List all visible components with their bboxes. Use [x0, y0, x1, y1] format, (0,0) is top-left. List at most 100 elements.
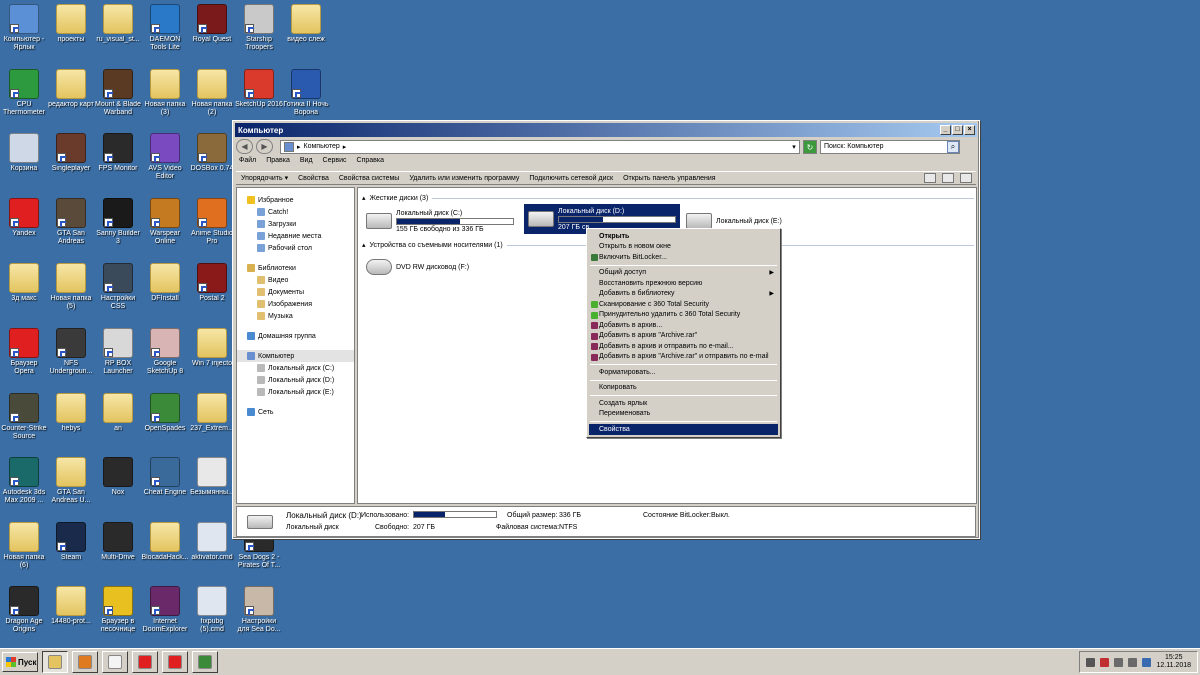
context-menu-item[interactable]: Свойства — [589, 424, 778, 435]
desktop-icon[interactable]: an — [94, 391, 142, 433]
context-menu-item[interactable]: Форматировать... — [589, 367, 778, 378]
desktop-icon[interactable]: Warspear Online — [141, 196, 189, 246]
menu-item[interactable]: Файл — [239, 157, 256, 169]
taskbar-button[interactable] — [132, 651, 158, 673]
context-menu-item[interactable]: Добавить в архив и отправить по e-mail..… — [589, 341, 778, 352]
context-menu-item[interactable]: Общий доступ ▶ — [589, 268, 778, 279]
desktop-icon[interactable]: Компьютер - Ярлык — [0, 2, 48, 52]
context-menu-item[interactable]: Открыть — [589, 231, 778, 242]
back-button[interactable]: ◀ — [236, 139, 253, 154]
preview-pane-icon[interactable] — [942, 173, 954, 183]
nav-library-item[interactable]: Изображения — [237, 298, 354, 310]
address-dropdown-icon[interactable]: ▾ — [789, 143, 799, 151]
context-menu-item[interactable]: Добавить в архив "Archive.rar" — [589, 331, 778, 342]
clock[interactable]: 15:25 12.11.2018 — [1156, 654, 1191, 670]
context-menu-item[interactable]: Копировать — [589, 383, 778, 394]
nav-drive-item[interactable]: Локальный диск (E:) — [237, 386, 354, 398]
nav-favorite-item[interactable]: Catch! — [237, 206, 354, 218]
command-button[interactable]: Свойства — [293, 175, 334, 182]
context-menu-item[interactable]: Переименовать — [589, 409, 778, 420]
context-menu-item[interactable]: Добавить в архив... — [589, 320, 778, 331]
desktop-icon[interactable]: fixpubg (5).cmd — [188, 584, 236, 634]
desktop-icon[interactable]: Postal 2 — [188, 261, 236, 303]
command-button[interactable]: Подключить сетевой диск — [524, 175, 618, 182]
nav-favorite-item[interactable]: Недавние места — [237, 230, 354, 242]
nav-library-item[interactable]: Музыка — [237, 310, 354, 322]
desktop-icon[interactable]: Singleplayer — [47, 131, 95, 173]
desktop-icon[interactable]: редактор карт — [47, 67, 95, 109]
group-hard-drives[interactable]: ▴ Жесткие диски (3) — [362, 194, 974, 202]
menu-item[interactable]: Сервис — [323, 157, 347, 169]
desktop-icon[interactable]: RP BOX Launcher — [94, 326, 142, 376]
desktop-icon[interactable]: Dragon Age Origins — [0, 584, 48, 634]
chevron-up-icon[interactable] — [1086, 657, 1096, 667]
nav-libraries[interactable]: Библиотеки — [237, 262, 354, 274]
desktop-icon[interactable]: Новая папка (5) — [47, 261, 95, 311]
desktop-icon[interactable]: hebys — [47, 391, 95, 433]
nav-favorites[interactable]: Избранное — [237, 194, 354, 206]
menu-item[interactable]: Правка — [266, 157, 290, 169]
refresh-button[interactable]: ↻ — [803, 139, 817, 154]
taskbar-button[interactable] — [42, 651, 68, 673]
nav-drive-item[interactable]: Локальный диск (C:) — [237, 362, 354, 374]
desktop-icon[interactable]: Новая папка (3) — [141, 67, 189, 117]
search-icon[interactable]: ⌕ — [947, 140, 959, 153]
desktop-icon[interactable]: Браузер Opera — [0, 326, 48, 376]
drive-item[interactable]: Локальный диск (C:) 155 ГБ свободно из 33… — [366, 206, 514, 236]
nav-homegroup[interactable]: Домашняя группа — [237, 330, 354, 342]
context-menu-item[interactable]: Добавить в библиотеку ▶ — [589, 289, 778, 300]
desktop-icon[interactable]: Настройки CSS — [94, 261, 142, 311]
search-input[interactable]: Поиск: Компьютер ⌕ — [820, 139, 960, 154]
desktop-icon[interactable]: Internet DoomExplorer — [141, 584, 189, 634]
minimize-button[interactable]: _ — [940, 125, 951, 135]
volume-tray-icon[interactable] — [1128, 657, 1138, 667]
desktop-icon[interactable]: SketchUp 2016 — [235, 67, 283, 109]
desktop-icon[interactable]: Nox — [94, 455, 142, 497]
command-button[interactable]: Упорядочить ▾ — [236, 174, 293, 182]
desktop-icon[interactable]: Новая папка (6) — [0, 520, 48, 570]
context-menu-item[interactable]: Включить BitLocker... — [589, 252, 778, 263]
desktop-icon[interactable]: BlocadaHack... — [141, 520, 189, 562]
command-button[interactable]: Открыть панель управления — [618, 175, 721, 182]
desktop-icon[interactable]: ru_visual_st... — [94, 2, 142, 44]
desktop-icon[interactable]: Yandex — [0, 196, 48, 238]
window-titlebar[interactable]: Компьютер _ □ × — [235, 123, 977, 137]
network-tray-icon[interactable] — [1114, 657, 1124, 667]
desktop-icon[interactable]: Браузер в песочнице — [94, 584, 142, 634]
desktop-icon[interactable]: GTA San Andreas — [47, 196, 95, 246]
command-button[interactable]: Удалить или изменить программу — [404, 175, 524, 182]
desktop-icon[interactable]: Win 7 injecto — [188, 326, 236, 368]
taskbar-button[interactable] — [162, 651, 188, 673]
desktop-icon[interactable]: 3д макс — [0, 261, 48, 303]
desktop-icon[interactable]: aktivator.cmd — [188, 520, 236, 562]
keyboard-tray-icon[interactable] — [1142, 657, 1152, 667]
taskbar-button[interactable] — [192, 651, 218, 673]
start-button[interactable]: Пуск — [2, 652, 38, 672]
desktop-icon[interactable]: Корзина — [0, 131, 48, 173]
desktop-icon[interactable]: FPS Monitor — [94, 131, 142, 173]
desktop-icon[interactable]: Готика II Ночь Ворона — [282, 67, 330, 117]
flag-tray-icon[interactable] — [1100, 657, 1110, 667]
desktop-icon[interactable]: Sanny Builder 3 — [94, 196, 142, 246]
nav-network[interactable]: Сеть — [237, 406, 354, 418]
desktop-icon[interactable]: CPU Thermometer — [0, 67, 48, 117]
taskbar-button[interactable] — [102, 651, 128, 673]
context-menu-item[interactable]: Сканирование с 360 Total Security — [589, 299, 778, 310]
desktop-icon[interactable]: Cheat Engine — [141, 455, 189, 497]
desktop-icon[interactable]: Google SketchUp 8 — [141, 326, 189, 376]
taskbar-button[interactable] — [72, 651, 98, 673]
close-button[interactable]: × — [964, 125, 975, 135]
context-menu-item[interactable]: Принудительно удалить с 360 Total Securi… — [589, 310, 778, 321]
desktop-icon[interactable]: 237_Extrem... — [188, 391, 236, 433]
nav-library-item[interactable]: Видео — [237, 274, 354, 286]
context-menu-item[interactable]: Создать ярлык — [589, 398, 778, 409]
desktop-icon[interactable]: DFInstall — [141, 261, 189, 303]
help-icon[interactable] — [960, 173, 972, 183]
desktop-icon[interactable]: DOSBox 0.74 — [188, 131, 236, 173]
context-menu-item[interactable]: Восстановить прежнюю версию — [589, 278, 778, 289]
desktop-icon[interactable]: Royal Quest — [188, 2, 236, 44]
nav-library-item[interactable]: Документы — [237, 286, 354, 298]
forward-button[interactable]: ▶ — [256, 139, 273, 154]
desktop-icon[interactable]: DAEMON Tools Lite — [141, 2, 189, 52]
address-bar[interactable]: ▸ Компьютер ▸ ▾ — [280, 139, 800, 154]
